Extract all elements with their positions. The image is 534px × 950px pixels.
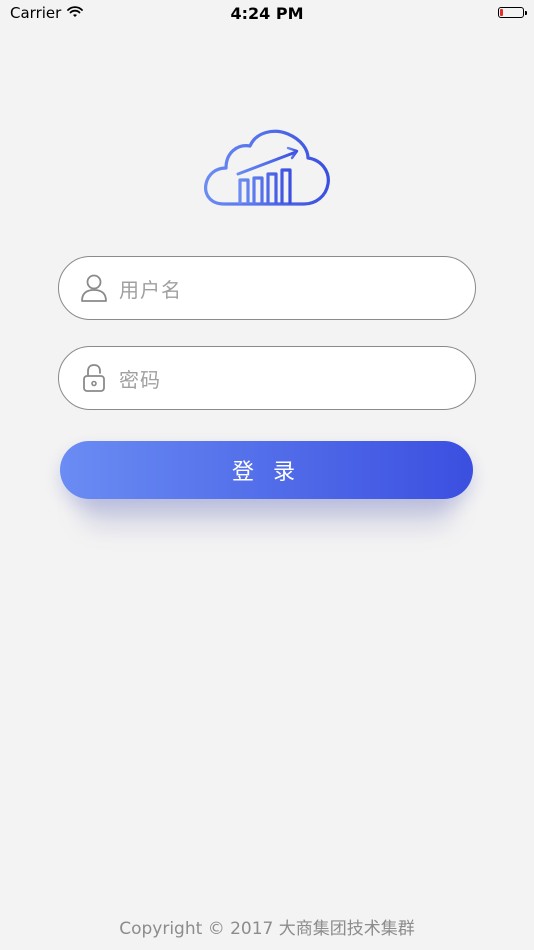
- user-icon: [81, 274, 107, 302]
- status-time: 4:24 PM: [230, 4, 304, 23]
- cloud-chart-icon: [204, 129, 330, 206]
- username-field[interactable]: 用户名: [58, 256, 476, 320]
- username-placeholder: 用户名: [119, 277, 182, 302]
- lock-icon: [83, 364, 105, 392]
- login-button[interactable]: 登 录: [60, 441, 473, 499]
- password-field[interactable]: 密码: [58, 346, 476, 410]
- battery-icon: [498, 7, 527, 18]
- status-bar: Carrier 4:24 PM: [0, 0, 534, 28]
- copyright-text: Copyright © 2017 大商集团技术集群: [119, 919, 415, 939]
- battery-level: [500, 9, 503, 16]
- password-placeholder: 密码: [119, 367, 161, 392]
